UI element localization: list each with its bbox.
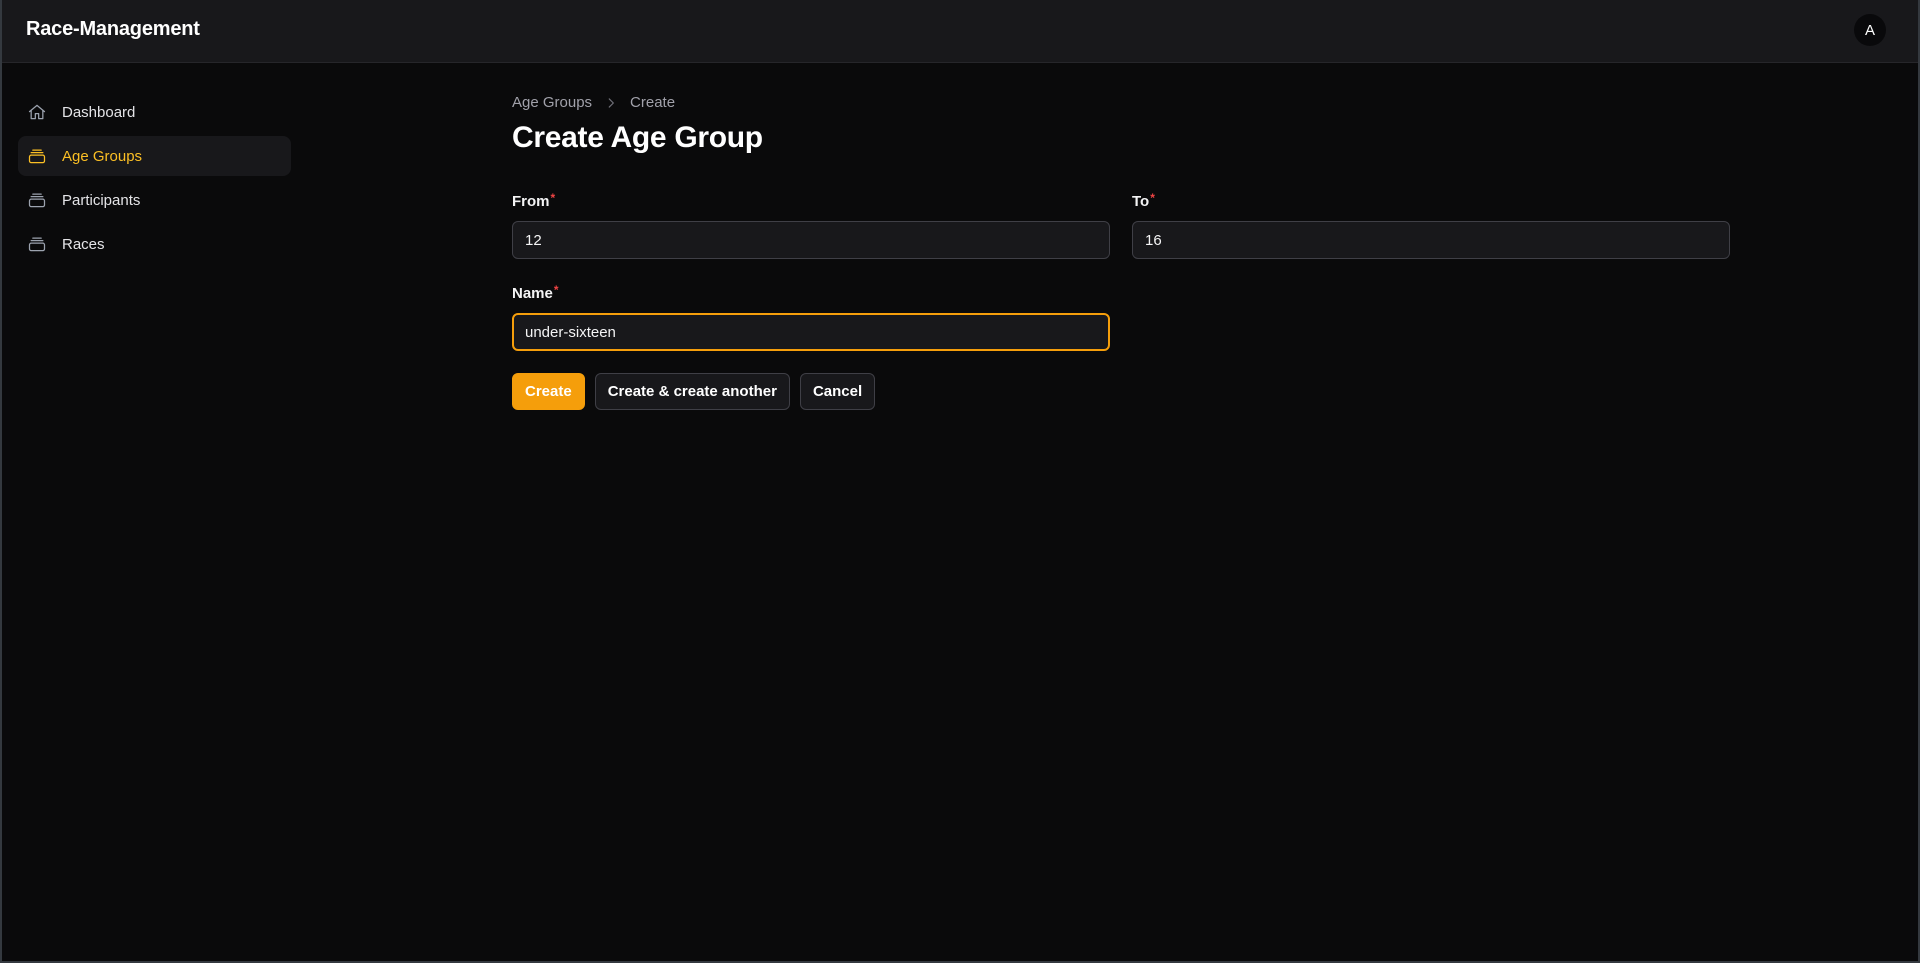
sidebar-item-label: Participants: [62, 191, 141, 209]
sidebar-item-label: Dashboard: [62, 103, 136, 121]
user-avatar[interactable]: A: [1854, 14, 1886, 46]
home-icon: [27, 102, 47, 122]
to-label-text: To: [1132, 193, 1150, 210]
sidebar: Dashboard Age Groups Participants Races: [18, 92, 291, 268]
create-button[interactable]: Create: [512, 373, 585, 410]
cancel-button[interactable]: Cancel: [799, 373, 876, 410]
name-label: Name*: [512, 283, 1110, 302]
name-label-text: Name: [512, 285, 553, 302]
page-title: Create Age Group: [512, 121, 763, 154]
form-actions: Create Create & create another Cancel: [512, 373, 885, 410]
stack-icon: [27, 234, 47, 254]
required-mark: *: [1150, 191, 1155, 205]
from-label: From*: [512, 191, 1110, 210]
app-title[interactable]: Race-Management: [26, 18, 200, 41]
breadcrumb-link-age-groups[interactable]: Age Groups: [512, 94, 592, 111]
to-field-group: To*: [1132, 191, 1730, 259]
stack-icon: [27, 190, 47, 210]
sidebar-item-age-groups[interactable]: Age Groups: [18, 136, 291, 176]
from-label-text: From: [512, 193, 550, 210]
create-another-button[interactable]: Create & create another: [594, 373, 790, 410]
name-input[interactable]: [512, 313, 1110, 351]
chevron-right-icon: [604, 96, 618, 110]
to-input[interactable]: [1132, 221, 1730, 259]
name-field-group: Name*: [512, 283, 1110, 351]
required-mark: *: [550, 191, 556, 205]
breadcrumb-current: Create: [630, 94, 676, 111]
top-bar: Race-Management A: [0, 0, 1920, 63]
sidebar-item-dashboard[interactable]: Dashboard: [18, 92, 291, 132]
to-label: To*: [1132, 191, 1730, 210]
from-field-group: From*: [512, 191, 1110, 259]
sidebar-item-participants[interactable]: Participants: [18, 180, 291, 220]
breadcrumb: Age Groups Create: [512, 94, 675, 111]
stack-icon: [27, 146, 47, 166]
from-input[interactable]: [512, 221, 1110, 259]
sidebar-item-label: Age Groups: [62, 147, 143, 165]
sidebar-item-label: Races: [62, 235, 105, 253]
required-mark: *: [553, 283, 559, 297]
sidebar-item-races[interactable]: Races: [18, 224, 291, 264]
